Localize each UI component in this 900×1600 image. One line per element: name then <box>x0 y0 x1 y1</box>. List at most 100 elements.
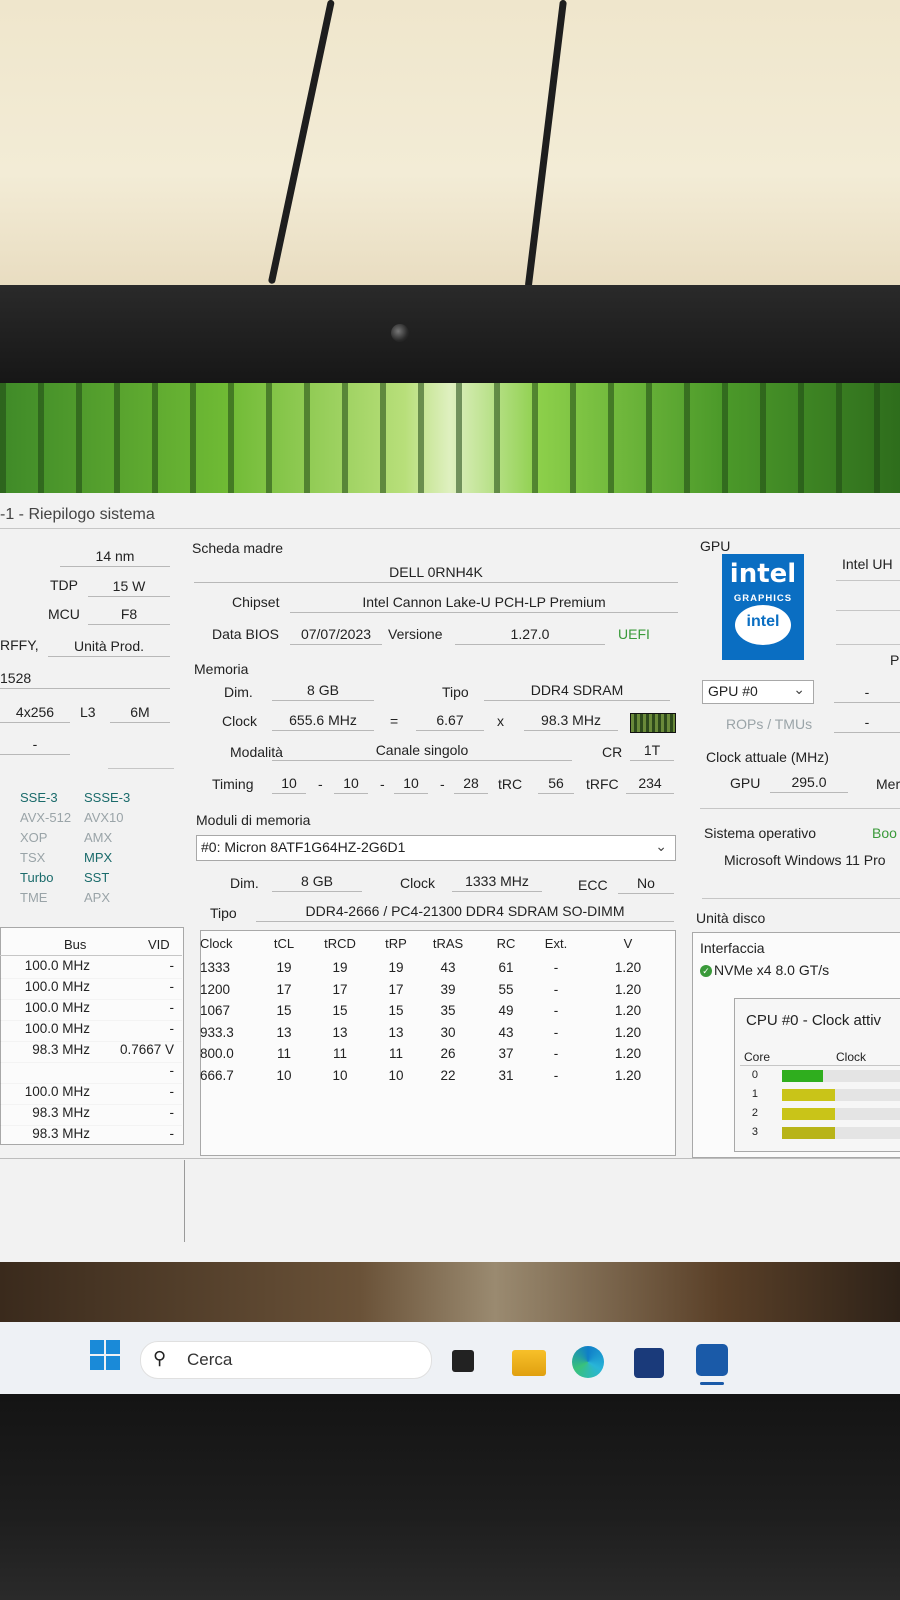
timing-cell: 15 <box>388 1003 404 1018</box>
ecc-value: No <box>618 873 674 894</box>
trc-value: 56 <box>538 773 574 794</box>
gpu-section-title: GPU <box>700 538 731 554</box>
l3-value: 6M <box>110 702 170 723</box>
vid-cell: - <box>169 1021 175 1036</box>
gpu-field-dash: - <box>834 712 900 733</box>
search-icon: ⚲ <box>153 1348 167 1368</box>
cpu-process: 14 nm <box>60 546 170 567</box>
timing-column-header: tRAS <box>432 936 464 951</box>
bus-clock-cell: 98.3 MHz <box>32 1105 90 1120</box>
timing-cell: 22 <box>440 1067 456 1083</box>
boot-fragment: Boo <box>872 825 897 841</box>
core-header: Core <box>744 1050 771 1064</box>
bus-header-divider <box>0 955 182 956</box>
window-bottom-divider <box>0 1158 900 1159</box>
memory-size: 8 GB <box>272 680 374 701</box>
timing-cell: 17 <box>388 981 404 997</box>
timing-cell: 17 <box>332 981 348 997</box>
cpu-feature-flag: XOP <box>20 830 48 845</box>
timing-cell: 1.20 <box>614 960 642 975</box>
cpu-feature-flag: SSE-3 <box>20 790 58 805</box>
timing-dash: - <box>318 776 323 792</box>
vid-cell: - <box>169 1084 175 1099</box>
timing-cell: 61 <box>498 960 514 975</box>
timing-cell: 1.20 <box>614 1046 642 1061</box>
taskbar-search-box[interactable]: ⚲ Cerca <box>140 1341 432 1379</box>
command-rate-label: CR <box>602 744 623 760</box>
file-explorer-icon[interactable] <box>512 1350 546 1376</box>
timing-cell: 10 <box>276 1067 292 1083</box>
store-icon[interactable] <box>634 1348 664 1378</box>
bus-header: Bus <box>64 937 87 952</box>
active-app-indicator <box>700 1382 724 1385</box>
os-field-line <box>702 898 900 899</box>
timing-cell: - <box>553 960 559 975</box>
cpu-feature-flag: AVX-512 <box>20 810 72 825</box>
timing-cell: 1067 <box>200 1003 231 1018</box>
vid-cell: - <box>169 1000 175 1015</box>
vid-cell: - <box>169 1105 175 1120</box>
timing-cell: 1333 <box>200 960 231 975</box>
timing-label: Timing <box>212 776 254 792</box>
taskbar <box>0 1322 900 1394</box>
windows-start-icon[interactable] <box>90 1340 120 1370</box>
timing-cell: 19 <box>388 960 404 975</box>
module-clock: 1333 MHz <box>452 871 542 892</box>
module-type-label: Tipo <box>210 905 237 921</box>
timing-cell: 26 <box>440 1046 456 1061</box>
timing-column-header: V <box>623 936 633 951</box>
gpu-selector[interactable]: GPU #0 ⌄ <box>702 680 814 704</box>
modules-section-title: Moduli di memoria <box>196 812 311 828</box>
times-sign: x <box>497 713 504 729</box>
core-id-label: 3 <box>751 1126 758 1138</box>
bus-clock-cell: 98.3 MHz <box>32 1042 90 1057</box>
ecc-label: ECC <box>578 877 608 893</box>
timing-dash: - <box>380 776 385 792</box>
chipset-value: Intel Cannon Lake-U PCH-LP Premium <box>290 592 678 613</box>
cpu-feature-flag: TME <box>20 890 48 905</box>
timing-cell: 1.20 <box>614 1003 642 1018</box>
disk-interface: NVMe x4 8.0 GT/s <box>714 962 830 978</box>
bus-clock-cell: 98.3 MHz <box>32 1126 90 1141</box>
hwinfo-app-icon[interactable] <box>696 1344 728 1376</box>
timing-cell: 31 <box>498 1067 514 1083</box>
equals-sign: = <box>390 713 399 729</box>
gpu-field-dash: - <box>834 682 900 703</box>
core-id-label: 0 <box>751 1069 758 1081</box>
module-selector[interactable]: #0: Micron 8ATF1G64HZ-2G6D1 ⌄ <box>196 835 676 861</box>
timing-cell: 39 <box>440 981 456 997</box>
vid-cell: - <box>169 1063 175 1078</box>
trc-label: tRC <box>498 776 523 792</box>
task-view-icon[interactable] <box>452 1350 474 1372</box>
timing-cell: 15 <box>276 1003 292 1018</box>
motherboard-name: DELL 0RNH4K <box>194 562 678 583</box>
memory-type-label: Tipo <box>442 684 469 700</box>
intel-logo-subtext: GRAPHICS <box>733 593 793 604</box>
core-header-divider <box>740 1065 900 1066</box>
os-name: Microsoft Windows 11 Pro <box>724 852 886 868</box>
module-type: DDR4-2666 / PC4-21300 DDR4 SDRAM SO-DIMM <box>256 901 674 922</box>
memory-type: DDR4 SDRAM <box>484 680 670 701</box>
intel-logo-ring-text: intel <box>746 613 780 630</box>
cable <box>524 0 567 289</box>
timing-cell: 666.7 <box>200 1067 234 1083</box>
timing-cell: 37 <box>498 1046 514 1061</box>
command-rate: 1T <box>630 740 674 761</box>
timing-cell: - <box>553 981 559 997</box>
timing-cell: - <box>553 1003 559 1018</box>
edge-browser-icon[interactable] <box>572 1346 604 1378</box>
timing-column-header: tCL <box>273 936 295 951</box>
timing-cell: 19 <box>332 960 348 975</box>
timing-cell: 13 <box>332 1024 348 1040</box>
timing-trcd: 10 <box>334 773 368 794</box>
mcu-label: MCU <box>48 606 80 622</box>
window-title: -1 - Riepilogo sistema <box>0 506 155 523</box>
cpu-code: 1528 <box>0 668 170 689</box>
wall-background <box>0 0 900 290</box>
core-clock-bar <box>782 1127 835 1139</box>
timing-cell: 17 <box>276 981 292 997</box>
gpu-name: Intel UH <box>842 556 893 572</box>
chevron-down-icon: ⌄ <box>793 681 805 697</box>
memory-base-clock: 98.3 MHz <box>524 710 618 731</box>
timing-cell: 35 <box>440 1003 456 1018</box>
